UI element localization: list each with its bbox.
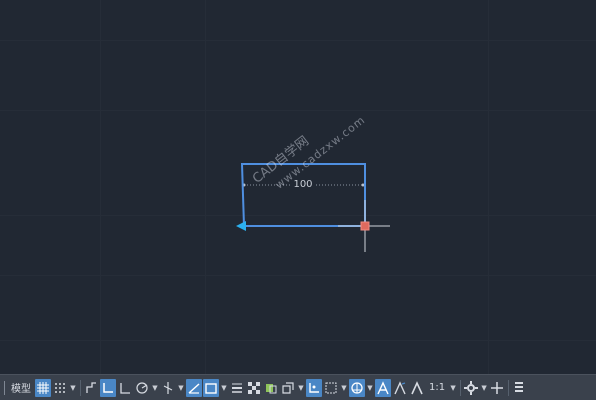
arrow-grip[interactable] bbox=[236, 221, 246, 231]
plus-icon[interactable] bbox=[489, 379, 505, 397]
lineweight-icon[interactable] bbox=[229, 379, 245, 397]
divider bbox=[508, 379, 510, 396]
object-snap-icon[interactable] bbox=[203, 378, 219, 397]
chevron-down-icon[interactable]: ▼ bbox=[340, 379, 348, 397]
workspace-gear-icon[interactable] bbox=[463, 379, 479, 397]
grid-icon[interactable] bbox=[35, 378, 51, 397]
chevron-down-icon[interactable]: ▼ bbox=[151, 379, 159, 397]
chevron-down-icon[interactable]: ▼ bbox=[69, 379, 77, 397]
annotation-scale-value[interactable]: 1:1 bbox=[426, 379, 448, 397]
status-bar: 模型 ▼ ▼ ▼ ▼ ▼ ▼ ▼ 1:1 ▼ ▼ bbox=[0, 374, 596, 400]
3d-osnap-icon[interactable] bbox=[280, 379, 296, 397]
isodraft-icon[interactable] bbox=[160, 379, 176, 397]
infer-icon[interactable] bbox=[83, 379, 99, 397]
polar-icon[interactable] bbox=[117, 379, 133, 397]
drawing-canvas[interactable]: 100 CAD自学网 www.cadzxw.com bbox=[0, 0, 596, 374]
hot-grip[interactable] bbox=[360, 221, 370, 231]
ortho-icon[interactable] bbox=[100, 378, 116, 397]
chevron-down-icon[interactable]: ▼ bbox=[177, 379, 185, 397]
selection-filter-icon[interactable] bbox=[323, 379, 339, 397]
chevron-down-icon[interactable]: ▼ bbox=[220, 379, 228, 397]
chevron-down-icon[interactable]: ▼ bbox=[449, 379, 457, 397]
object-snap-tracking-icon[interactable] bbox=[186, 378, 202, 397]
annotation-visibility-icon[interactable] bbox=[375, 378, 391, 397]
chevron-down-icon[interactable]: ▼ bbox=[297, 379, 305, 397]
dynamic-ucs-icon[interactable] bbox=[306, 378, 322, 397]
auto-scale-icon[interactable] bbox=[392, 379, 408, 397]
model-tab[interactable]: 模型 bbox=[8, 379, 34, 397]
snap-icon[interactable] bbox=[52, 379, 68, 397]
divider bbox=[460, 379, 462, 396]
annotation-scale-icon[interactable] bbox=[409, 379, 425, 397]
divider bbox=[80, 379, 81, 396]
selection-cycling-icon[interactable] bbox=[263, 379, 279, 397]
chevron-down-icon[interactable]: ▼ bbox=[480, 379, 488, 397]
handle-icon bbox=[2, 379, 7, 397]
chevron-down-icon[interactable]: ▼ bbox=[366, 379, 374, 397]
transparency-icon[interactable] bbox=[246, 379, 262, 397]
polar-tracking-icon[interactable] bbox=[134, 379, 150, 397]
customize-icon[interactable] bbox=[511, 379, 527, 397]
gizmo-icon[interactable] bbox=[349, 378, 365, 397]
